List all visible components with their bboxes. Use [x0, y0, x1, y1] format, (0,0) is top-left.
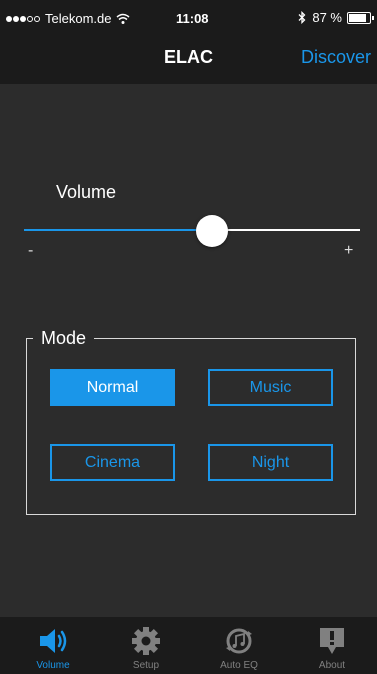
- tab-setup-label: Setup: [132, 660, 160, 671]
- gear-icon: [132, 627, 160, 655]
- nav-bar: ELAC Discover: [0, 40, 377, 84]
- status-time: 11:08: [176, 11, 209, 26]
- slider-filled-track: [24, 229, 213, 231]
- volume-label: Volume: [56, 182, 117, 202]
- status-bar: Telekom.de 11:08 87 %: [0, 0, 377, 40]
- mode-legend: Mode: [33, 328, 95, 349]
- battery-icon: [347, 11, 374, 24]
- signal-strength-icon: [6, 15, 41, 22]
- volume-max-label: +: [344, 242, 354, 259]
- speaker-icon: [40, 629, 67, 653]
- tab-auto-eq-label: Auto EQ: [220, 660, 258, 671]
- tab-auto-eq[interactable]: Auto EQ: [192, 617, 286, 674]
- bluetooth-icon: [298, 11, 306, 24]
- slider-thumb[interactable]: [196, 215, 229, 247]
- status-right: 87 %: [298, 10, 374, 25]
- mode-night-button[interactable]: Night: [208, 444, 333, 481]
- tab-volume[interactable]: Volume: [6, 617, 100, 674]
- carrier-name: Telekom.de: [45, 11, 112, 26]
- volume-min-label: -: [28, 242, 34, 259]
- carrier-info: Telekom.de: [6, 11, 130, 26]
- discover-button[interactable]: Discover: [301, 40, 371, 74]
- mode-cinema-button[interactable]: Cinema: [50, 444, 175, 481]
- mode-group: [26, 338, 356, 515]
- about-icon: [320, 628, 344, 654]
- battery-percent: 87 %: [312, 10, 342, 25]
- mode-normal-button[interactable]: Normal: [50, 369, 175, 406]
- mode-music-button[interactable]: Music: [208, 369, 333, 406]
- tab-about[interactable]: About: [285, 617, 377, 674]
- tab-setup[interactable]: Setup: [99, 617, 193, 674]
- tab-bar: Volume Setup Auto EQ About: [0, 617, 377, 674]
- auto-eq-icon: [226, 628, 252, 654]
- tab-volume-label: Volume: [36, 660, 70, 671]
- wifi-icon: [117, 13, 130, 24]
- tab-about-label: About: [318, 660, 346, 671]
- volume-slider[interactable]: [24, 215, 360, 247]
